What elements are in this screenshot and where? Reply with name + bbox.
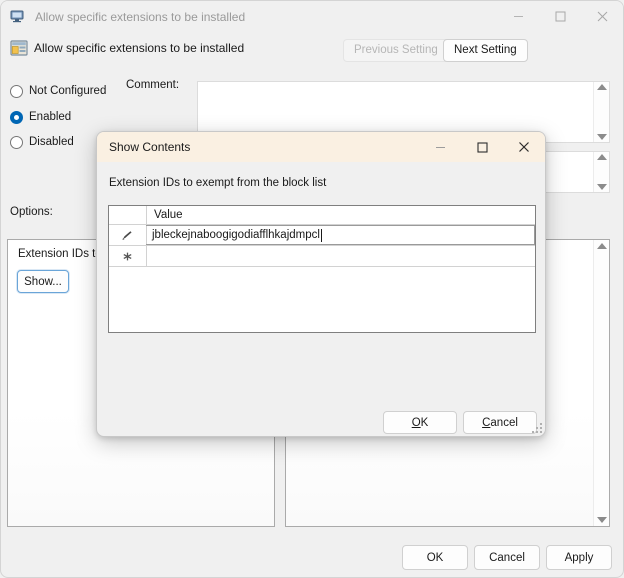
dialog-cancel-rest: ancel bbox=[490, 416, 518, 429]
grid-corner-cell bbox=[109, 206, 147, 224]
supported-on-scrollbar[interactable] bbox=[593, 152, 609, 192]
radio-not-configured-label: Not Configured bbox=[29, 85, 107, 97]
cancel-button[interactable]: Cancel bbox=[474, 545, 540, 570]
setting-header: Allow specific extensions to be installe… bbox=[1, 32, 623, 69]
options-label: Options: bbox=[10, 206, 53, 218]
dialog-description: Extension IDs to exempt from the block l… bbox=[109, 177, 327, 189]
triangle-up-icon[interactable] bbox=[596, 154, 607, 160]
comment-scrollbar[interactable] bbox=[593, 82, 609, 142]
triangle-down-icon[interactable] bbox=[596, 184, 607, 190]
triangle-up-icon[interactable] bbox=[596, 243, 607, 249]
next-setting-button[interactable]: Next Setting bbox=[443, 39, 528, 62]
dialog-maximize-icon[interactable] bbox=[461, 132, 503, 162]
dialog-window-controls bbox=[419, 132, 545, 162]
grid-column-header-value[interactable]: Value bbox=[147, 206, 535, 224]
minimize-icon[interactable] bbox=[497, 1, 539, 32]
dialog-minimize-icon[interactable] bbox=[419, 132, 461, 162]
ok-button[interactable]: OK bbox=[402, 545, 468, 570]
help-scrollbar[interactable] bbox=[593, 240, 609, 526]
show-contents-dialog: Show Contents Extension IDs to exempt fr… bbox=[96, 131, 546, 437]
main-titlebar[interactable]: Allow specific extensions to be installe… bbox=[1, 1, 623, 32]
apply-button[interactable]: Apply bbox=[546, 545, 612, 570]
extension-id-value: jbleckejnaboogigodiafflhkajdmpcl bbox=[152, 229, 320, 241]
grid-header-row: Value bbox=[109, 206, 535, 225]
values-grid[interactable]: Value jbleckejnaboogigodiafflhkajdmpcl bbox=[108, 205, 536, 333]
previous-setting-button[interactable]: Previous Setting bbox=[343, 39, 449, 62]
dialog-cancel-button[interactable]: Cancel bbox=[463, 411, 537, 434]
maximize-icon[interactable] bbox=[539, 1, 581, 32]
table-row[interactable]: jbleckejnaboogigodiafflhkajdmpcl bbox=[109, 225, 535, 246]
radio-enabled-label: Enabled bbox=[29, 111, 72, 123]
resize-grip-icon[interactable] bbox=[530, 421, 542, 433]
dialog-ok-button[interactable]: OK bbox=[383, 411, 457, 434]
dialog-title: Show Contents bbox=[109, 140, 191, 154]
close-icon[interactable] bbox=[581, 1, 623, 32]
dialog-ok-accel: O bbox=[411, 416, 421, 429]
setting-name-label: Allow specific extensions to be installe… bbox=[34, 41, 245, 55]
radio-not-configured[interactable]: Not Configured bbox=[10, 83, 106, 99]
dialog-ok-rest: K bbox=[420, 416, 429, 429]
show-button[interactable]: Show... bbox=[17, 270, 69, 293]
radio-enabled[interactable]: Enabled bbox=[10, 109, 71, 125]
table-row[interactable] bbox=[109, 246, 535, 267]
main-window-controls bbox=[497, 1, 623, 32]
new-row-input[interactable] bbox=[147, 246, 535, 266]
radio-disabled-label: Disabled bbox=[29, 136, 74, 148]
radio-disabled-indicator bbox=[10, 135, 23, 149]
main-window-title: Allow specific extensions to be installe… bbox=[35, 9, 246, 24]
radio-disabled[interactable]: Disabled bbox=[10, 134, 74, 150]
monitor-policy-icon bbox=[10, 9, 26, 25]
triangle-down-icon[interactable] bbox=[596, 134, 607, 140]
radio-not-configured-indicator bbox=[10, 84, 23, 98]
comment-label: Comment: bbox=[126, 79, 180, 91]
dialog-titlebar[interactable]: Show Contents bbox=[97, 132, 545, 162]
extension-id-input[interactable]: jbleckejnaboogigodiafflhkajdmpcl bbox=[146, 225, 535, 245]
triangle-up-icon[interactable] bbox=[596, 84, 607, 90]
dialog-close-icon[interactable] bbox=[503, 132, 545, 162]
asterisk-new-row-icon bbox=[109, 246, 147, 266]
triangle-down-icon[interactable] bbox=[596, 517, 607, 523]
policy-setting-icon bbox=[10, 39, 28, 57]
text-caret bbox=[320, 228, 322, 242]
pencil-edit-icon bbox=[109, 225, 147, 245]
radio-enabled-indicator bbox=[10, 110, 23, 124]
